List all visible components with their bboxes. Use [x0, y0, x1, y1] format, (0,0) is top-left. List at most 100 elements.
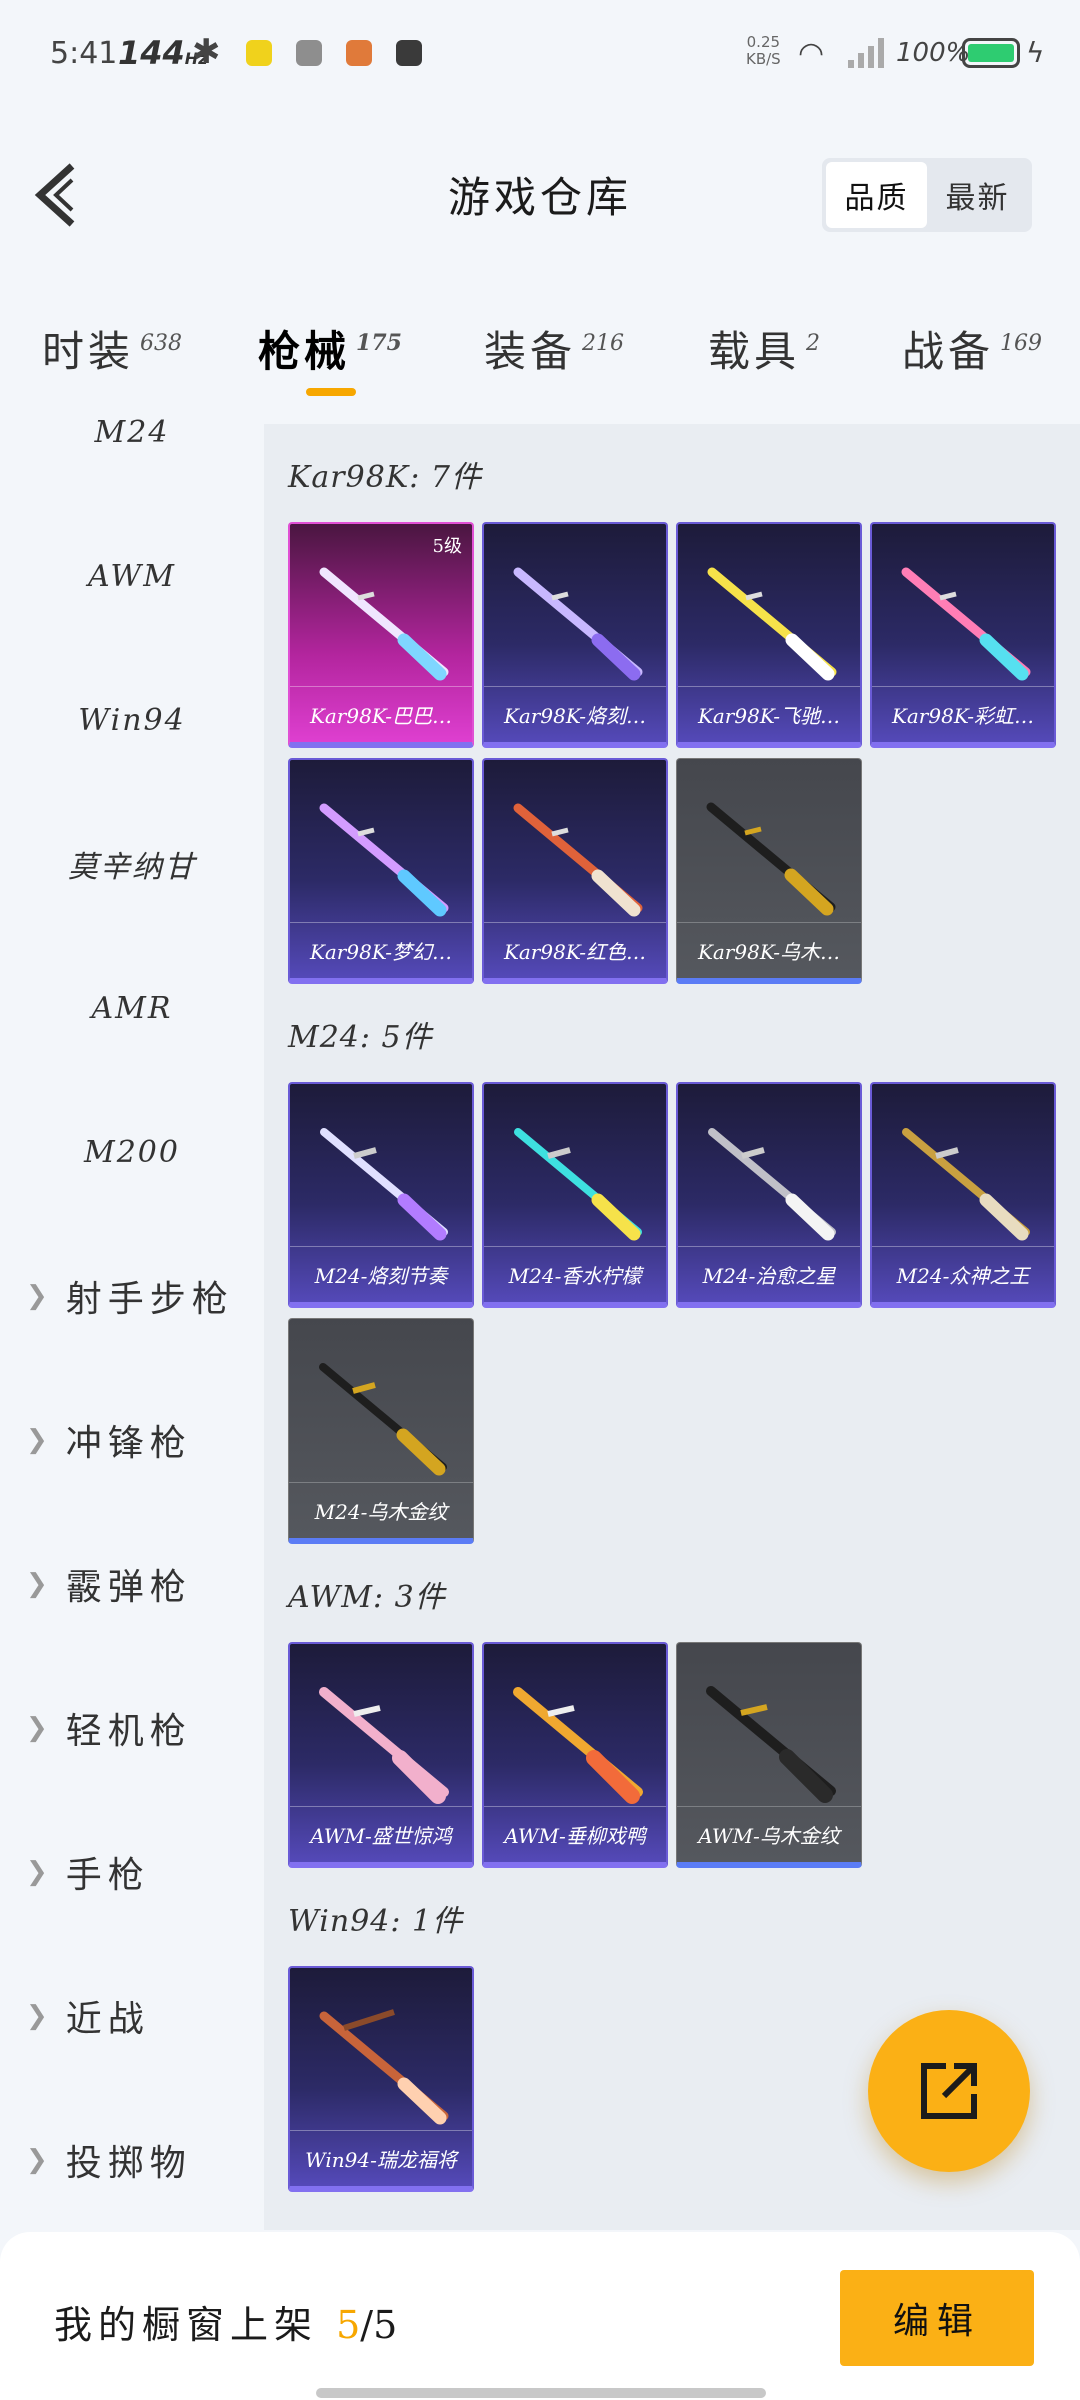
weapon-name: Kar98K-红色…	[484, 922, 666, 978]
bottom-bar: 我的橱窗上架 5/5 编辑	[0, 2232, 1080, 2400]
sort-toggle: 品质 最新	[822, 158, 1032, 232]
chevron-right-icon: ❯	[26, 1569, 48, 1599]
weapon-name: M24-众神之王	[872, 1246, 1054, 1302]
network-speed-value: 0.25	[746, 33, 781, 51]
notification-app-icon	[346, 40, 372, 66]
sort-option-newest[interactable]: 最新	[927, 162, 1028, 228]
weapon-card[interactable]: M24-乌木金纹	[288, 1318, 474, 1544]
tab-vehicles[interactable]: 载具 2	[708, 318, 820, 379]
tab-label: 时装	[42, 327, 135, 376]
weapon-card[interactable]: Kar98K-红色…	[482, 758, 668, 984]
sidebar-group-smg[interactable]: ❯ 冲锋枪	[0, 1400, 264, 1480]
rifle-icon	[319, 2009, 449, 2125]
weapon-name: AWM-垂柳戏鸭	[484, 1806, 666, 1862]
weapon-card[interactable]: Kar98K-飞驰…	[676, 522, 862, 748]
tab-count: 638	[140, 331, 183, 356]
refresh-rate-value: 144	[118, 34, 185, 72]
weapon-card[interactable]: Win94-瑞龙福将	[288, 1966, 474, 2192]
chevron-right-icon: ❯	[26, 1281, 48, 1311]
sidebar-group-label: 霰弹枪	[65, 1567, 192, 1608]
sidebar-item-m200[interactable]: M200	[0, 1112, 264, 1192]
chevron-right-icon: ❯	[26, 1857, 48, 1887]
sidebar-group-shotgun[interactable]: ❯ 霰弹枪	[0, 1544, 264, 1624]
sidebar-item-mosin[interactable]: 莫辛纳甘	[0, 824, 264, 904]
weapon-name: M24-香水柠檬	[484, 1246, 666, 1302]
tab-guns[interactable]: 枪械 175	[258, 318, 402, 379]
tab-label: 枪械	[258, 327, 351, 376]
weapon-name: Kar98K-乌木…	[677, 922, 861, 978]
sidebar-item-amr[interactable]: AMR	[0, 968, 264, 1048]
active-tab-indicator	[306, 388, 356, 396]
weapon-sidebar: M24 AWM Win94 莫辛纳甘 AMR M200 ❯ 射手步枪 ❯ 冲锋枪 ❯…	[0, 410, 264, 2230]
weapon-card[interactable]: Kar98K-烙刻…	[482, 522, 668, 748]
weapon-name: M24-乌木金纹	[289, 1482, 473, 1538]
weapon-card[interactable]: M24-治愈之星	[676, 1082, 862, 1308]
sidebar-group-dmr[interactable]: ❯ 射手步枪	[0, 1256, 264, 1336]
category-tabs: 时装 638 枪械 175 装备 216 载具 2 战备 169	[0, 300, 1080, 410]
rifle-icon	[706, 802, 836, 916]
rifle-icon	[319, 567, 449, 681]
section-title: Kar98K: 7件	[288, 460, 482, 495]
weapon-card[interactable]: AWM-盛世惊鸿	[288, 1642, 474, 1868]
sidebar-group-pistol[interactable]: ❯ 手枪	[0, 1832, 264, 1912]
rifle-icon	[319, 1363, 447, 1476]
sidebar-group-melee[interactable]: ❯ 近战	[0, 1976, 264, 2056]
weapon-name: Win94-瑞龙福将	[290, 2130, 472, 2186]
bluetooth-icon: ✱	[192, 32, 221, 72]
tab-outfits[interactable]: 时装 638	[42, 318, 182, 379]
home-indicator[interactable]	[316, 2388, 766, 2398]
sidebar-group-label: 投掷物	[65, 2143, 192, 2184]
weapon-card[interactable]: Kar98K-梦幻…	[288, 758, 474, 984]
tab-label: 装备	[484, 327, 577, 376]
sidebar-item-awm[interactable]: AWM	[0, 536, 264, 616]
weapon-card[interactable]: M24-烙刻节奏	[288, 1082, 474, 1308]
sidebar-group-label: 近战	[65, 1999, 150, 2040]
weapon-card[interactable]: M24-香水柠檬	[482, 1082, 668, 1308]
tab-equipment[interactable]: 装备 216	[484, 318, 624, 379]
wifi-icon: ◠	[798, 36, 825, 71]
weapon-card[interactable]: M24-众神之王	[870, 1082, 1056, 1308]
status-bar: 5:41 144Hz ✱ 0.25 KB/S ◠ 100% ϟ	[0, 0, 1080, 110]
sidebar-group-label: 冲锋枪	[65, 1423, 192, 1464]
sidebar-group-label: 轻机枪	[65, 1711, 192, 1752]
weapon-name: Kar98K-巴巴…	[290, 686, 472, 742]
battery-percent: 100%	[896, 38, 971, 68]
weapon-name: M24-治愈之星	[678, 1246, 860, 1302]
rifle-icon	[514, 1128, 642, 1241]
weapon-card[interactable]: AWM-垂柳戏鸭	[482, 1642, 668, 1868]
weapon-name: M24-烙刻节奏	[290, 1246, 472, 1302]
network-speed-unit: KB/S	[746, 50, 781, 68]
weapon-grid: Kar98K: 7件 5级 Kar98K-巴巴… Kar98K-烙刻… Kar9…	[264, 424, 1080, 2230]
section-title: M24: 5件	[288, 1020, 433, 1055]
weapon-name: AWM-盛世惊鸿	[290, 1806, 472, 1862]
section-title: AWM: 3件	[288, 1580, 446, 1615]
weapon-card[interactable]: AWM-乌木金纹	[676, 1642, 862, 1868]
rifle-icon	[513, 1687, 643, 1804]
weapon-name: Kar98K-彩虹…	[872, 686, 1054, 742]
rifle-icon	[513, 803, 643, 917]
header: 游戏仓库 品质 最新	[0, 140, 1080, 250]
tab-count: 175	[356, 330, 402, 356]
notification-app-icon	[396, 40, 422, 66]
signal-icon	[848, 38, 884, 68]
rifle-icon	[706, 1686, 836, 1803]
weapon-name: Kar98K-烙刻…	[484, 686, 666, 742]
weapon-name: AWM-乌木金纹	[677, 1806, 861, 1862]
weapon-card[interactable]: Kar98K-彩虹…	[870, 522, 1056, 748]
tab-count: 2	[806, 331, 821, 356]
tab-count: 216	[582, 331, 625, 356]
tab-supplies[interactable]: 战备 169	[902, 318, 1042, 379]
sidebar-item-win94[interactable]: Win94	[0, 680, 264, 760]
sort-option-quality[interactable]: 品质	[826, 162, 927, 228]
network-speed: 0.25 KB/S	[746, 34, 781, 68]
tab-label: 载具	[708, 327, 801, 376]
edit-button[interactable]: 编辑	[840, 2270, 1034, 2366]
sidebar-group-label: 射手步枪	[65, 1279, 234, 1320]
weapon-card[interactable]: 5级 Kar98K-巴巴…	[288, 522, 474, 748]
notification-app-icon	[296, 40, 322, 66]
share-button[interactable]	[868, 2010, 1030, 2172]
weapon-card[interactable]: Kar98K-乌木…	[676, 758, 862, 984]
sidebar-item-m24[interactable]: M24	[0, 410, 264, 472]
sidebar-group-lmg[interactable]: ❯ 轻机枪	[0, 1688, 264, 1768]
sidebar-group-throwables[interactable]: ❯ 投掷物	[0, 2120, 264, 2200]
